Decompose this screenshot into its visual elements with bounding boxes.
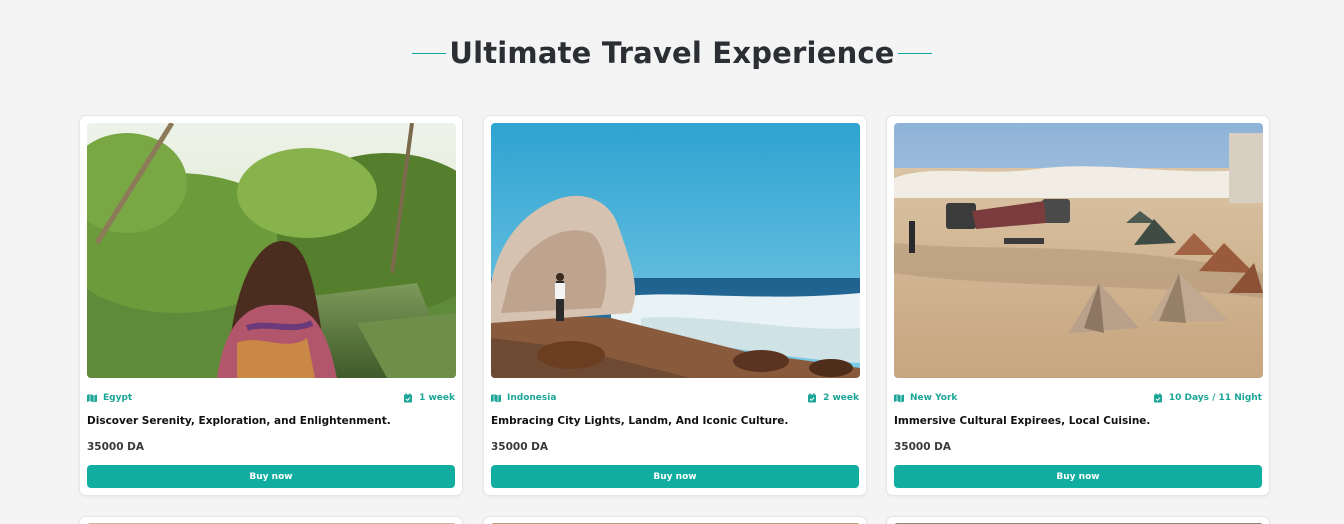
map-icon [491,394,501,403]
section-header: Ultimate Travel Experience [0,36,1344,70]
tour-price: 35000 DA [894,441,952,453]
duration-text: 2 week [823,393,859,403]
tour-image[interactable] [894,123,1263,378]
tour-meta: Indonesia 2 week [491,391,859,405]
heading-line-right [897,52,932,54]
calendar-icon [404,393,413,403]
location-text: New York [910,393,958,403]
tour-card-partial [79,516,463,524]
tour-meta: Egypt 1 week [87,391,455,405]
calendar-icon [808,393,817,403]
tour-title[interactable]: Embracing City Lights, Landm, And Iconic… [491,415,859,427]
buy-now-button[interactable]: Buy now [491,465,859,488]
tour-card-egypt: Egypt 1 week Discover Serenity, Explorat… [79,115,463,496]
duration-info: 10 Days / 11 Night [1153,393,1262,403]
location-info: Indonesia [491,393,556,403]
tour-title[interactable]: Immersive Cultural Expirees, Local Cuisi… [894,415,1262,427]
tour-card-partial [483,516,867,524]
section-title: Ultimate Travel Experience [449,36,895,70]
location-info: New York [894,393,957,403]
map-icon [87,394,97,403]
tour-card-indonesia: Indonesia 2 week Embracing City Lights, … [483,115,867,496]
calendar-icon [1153,393,1162,403]
duration-info: 2 week [807,393,859,403]
buy-now-button[interactable]: Buy now [87,465,455,488]
location-text: Indonesia [507,393,557,403]
map-icon [894,394,904,403]
tour-price: 35000 DA [491,441,549,453]
duration-text: 1 week [419,393,455,403]
location-text: Egypt [103,393,133,403]
duration-text: 10 Days / 11 Night [1168,393,1262,403]
location-info: Egypt [87,393,132,403]
tour-title[interactable]: Discover Serenity, Exploration, and Enli… [87,415,455,427]
tour-card-new-york: New York 10 Days / 11 Night Immersive Cu… [886,115,1270,496]
tour-price: 35000 DA [87,441,145,453]
heading-line-left [412,52,447,54]
tour-image[interactable] [87,123,456,378]
tour-image[interactable] [491,123,860,378]
buy-now-button[interactable]: Buy now [894,465,1262,488]
tour-card-partial [886,516,1270,524]
duration-info: 1 week [403,393,455,403]
tour-meta: New York 10 Days / 11 Night [894,391,1262,405]
